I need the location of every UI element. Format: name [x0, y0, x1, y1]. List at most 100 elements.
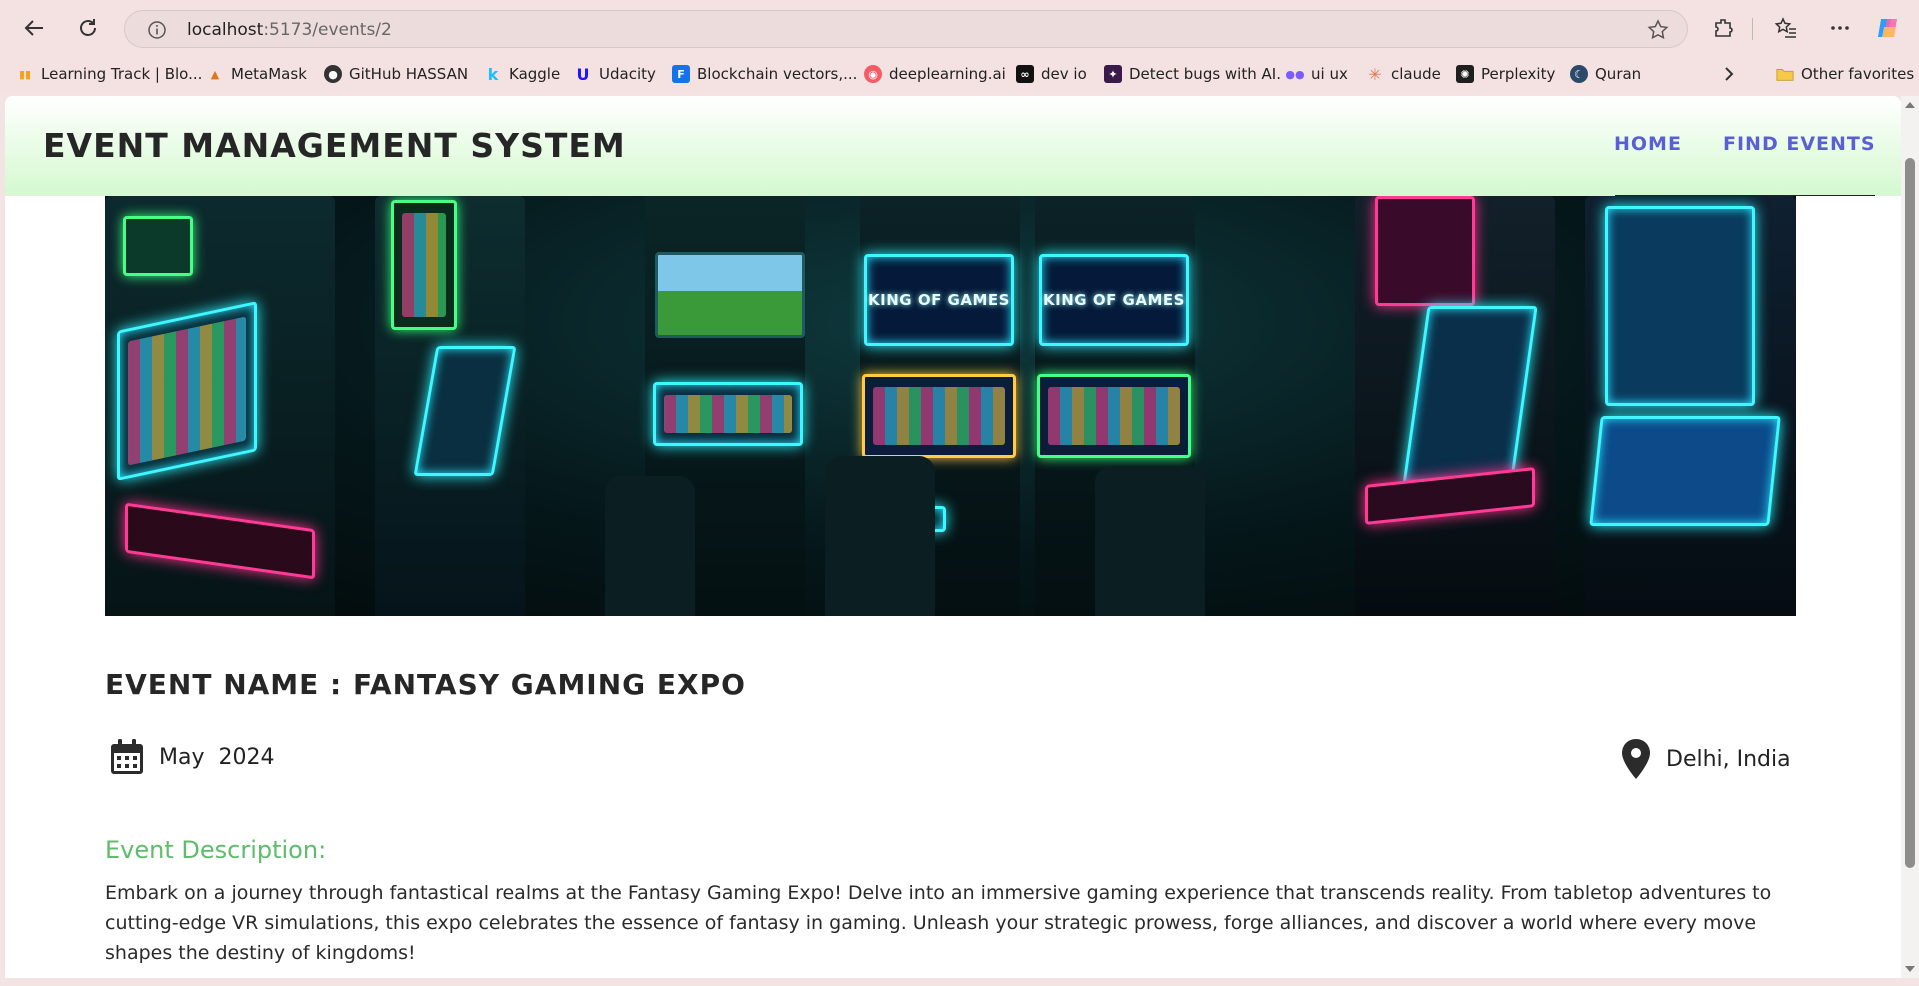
arcade-tiles — [664, 395, 792, 433]
bookmark-quran[interactable]: ☾ Quran — [1570, 65, 1641, 83]
devio-icon: ∞ — [1016, 65, 1034, 83]
chair — [1095, 466, 1205, 616]
arcade-screen — [1605, 206, 1755, 406]
bookmark-label: ui ux — [1311, 65, 1348, 83]
bookmark-label: deeplearning.ai — [889, 65, 1006, 83]
arcade-screen — [1402, 306, 1538, 486]
bookmark-metamask[interactable]: ▲ MetaMask — [206, 65, 307, 83]
arcade-screen — [1589, 416, 1781, 526]
chair — [825, 456, 935, 616]
bookmark-label: Kaggle — [509, 65, 561, 83]
arcade-tiles — [128, 316, 246, 466]
bookmark-label: GitHub HASSAN — [349, 65, 469, 83]
arcade-screen — [1375, 196, 1475, 306]
bookmarks-overflow-chevron-icon[interactable] — [1722, 65, 1736, 83]
nav-home-link[interactable]: HOME — [1614, 133, 1682, 155]
bookmarks-bar: ▮▮ Learning Track | Blo... ▲ MetaMask ● Git… — [0, 56, 1919, 94]
freepik-icon: F — [672, 65, 690, 83]
event-location: Delhi, India — [1620, 738, 1791, 780]
bookmark-label: Perplexity — [1481, 65, 1556, 83]
event-hero-image: KING OF GAMES KING OF GAMES — [105, 196, 1796, 616]
event-location-text: Delhi, India — [1666, 746, 1791, 772]
map-pin-icon — [1622, 739, 1650, 779]
scroll-down-arrow-icon[interactable] — [1905, 966, 1915, 972]
arcade-console — [1365, 467, 1535, 525]
arcade-screen — [862, 374, 1016, 458]
url-path: :5173/events/2 — [263, 20, 392, 40]
back-arrow-icon — [24, 20, 43, 36]
description-text: Embark on a journey through fantastical … — [105, 882, 1772, 964]
address-bar[interactable]: localhost:5173/events/2 — [124, 10, 1688, 48]
scroll-up-arrow-icon[interactable] — [1905, 102, 1915, 108]
arcade-screen: KING OF GAMES — [1039, 254, 1189, 346]
github-icon: ● — [324, 65, 342, 83]
bookmark-label: dev io — [1041, 65, 1087, 83]
bookmark-label: MetaMask — [231, 65, 307, 83]
bookmark-github[interactable]: ● GitHub HASSAN — [324, 65, 468, 83]
event-date: May 2024 — [109, 738, 274, 776]
site-info-icon[interactable] — [147, 20, 167, 44]
bookmark-udacity[interactable]: U Udacity — [574, 64, 656, 84]
favorite-star-icon[interactable] — [1647, 19, 1669, 45]
arcade-tiles — [402, 213, 446, 317]
reload-icon — [80, 19, 96, 36]
arcade-machine — [105, 196, 335, 616]
fox-icon: ▲ — [210, 67, 220, 81]
bookmark-freepik[interactable]: F Blockchain vectors,... — [672, 65, 857, 83]
site-header: EVENT MANAGEMENT SYSTEM HOME FIND EVENTS — [5, 96, 1901, 196]
calendar-icon — [111, 739, 143, 774]
udacity-icon: U — [576, 64, 590, 84]
bookmark-label: Quran — [1595, 65, 1642, 83]
arcade-machine — [1355, 196, 1555, 616]
url-host: localhost — [187, 20, 264, 40]
bookmark-label: Detect bugs with AI. — [1129, 65, 1281, 83]
bookmark-learning-track[interactable]: ▮▮ Learning Track | Blo... — [16, 65, 202, 83]
bookmark-kaggle[interactable]: k Kaggle — [484, 64, 561, 84]
perplexity-icon: ✺ — [1456, 65, 1474, 83]
arcade-screen — [655, 252, 805, 338]
arcade-screen — [413, 346, 517, 476]
copilot-icon[interactable] — [1874, 14, 1902, 42]
deeplearning-icon: ◉ — [864, 65, 882, 83]
other-favorites-label: Other favorites — [1801, 65, 1915, 83]
back-button[interactable] — [18, 12, 50, 44]
arcade-screen — [1037, 374, 1191, 458]
arcade-machine — [1585, 196, 1796, 616]
arcade-screen — [391, 200, 457, 330]
bug-shield-icon: ✦ — [1104, 65, 1122, 83]
nav-find-events-link[interactable]: FIND EVENTS — [1723, 133, 1876, 155]
description-heading: Event Description: — [105, 836, 327, 864]
arcade-screen — [653, 382, 803, 446]
bookmark-uiux[interactable]: ●● ui ux — [1285, 65, 1348, 83]
url-text[interactable]: localhost:5173/events/2 — [187, 20, 392, 40]
event-year: 2024 — [218, 744, 275, 770]
page-scrollbar[interactable] — [1901, 96, 1919, 978]
bookmark-perplexity[interactable]: ✺ Perplexity — [1456, 65, 1555, 83]
bookmark-detect-bugs[interactable]: ✦ Detect bugs with AI. — [1104, 65, 1281, 83]
arcade-screen: KING OF GAMES — [864, 254, 1014, 346]
claude-icon: ✳ — [1368, 64, 1382, 84]
arcade-screen — [117, 301, 257, 481]
kaggle-icon: k — [487, 64, 499, 84]
screen-label: KING OF GAMES — [868, 291, 1010, 309]
other-favorites-folder[interactable]: Other favorites — [1776, 65, 1914, 83]
extensions-icon[interactable] — [1710, 14, 1738, 42]
bookmark-claude[interactable]: ✳ claude — [1366, 64, 1441, 84]
arcade-screen — [123, 216, 193, 276]
reload-button[interactable] — [72, 12, 104, 44]
bookmark-label: Blockchain vectors,... — [697, 65, 858, 83]
bookmark-label: claude — [1391, 65, 1441, 83]
bookmark-label: Udacity — [599, 65, 656, 83]
more-options-icon[interactable] — [1826, 14, 1854, 42]
favorites-list-icon[interactable] — [1772, 14, 1800, 42]
uiux-icon: ●● — [1285, 67, 1305, 81]
quran-icon: ☾ — [1570, 65, 1588, 83]
folder-icon — [1776, 65, 1794, 83]
browser-toolbar: localhost:5173/events/2 — [0, 0, 1919, 56]
bookmark-devio[interactable]: ∞ dev io — [1016, 65, 1087, 83]
arcade-tiles — [873, 387, 1005, 445]
scroll-thumb[interactable] — [1905, 158, 1915, 868]
bar-chart-icon: ▮▮ — [18, 67, 32, 81]
arcade-console — [125, 502, 315, 580]
bookmark-deeplearning[interactable]: ◉ deeplearning.ai — [864, 65, 1006, 83]
